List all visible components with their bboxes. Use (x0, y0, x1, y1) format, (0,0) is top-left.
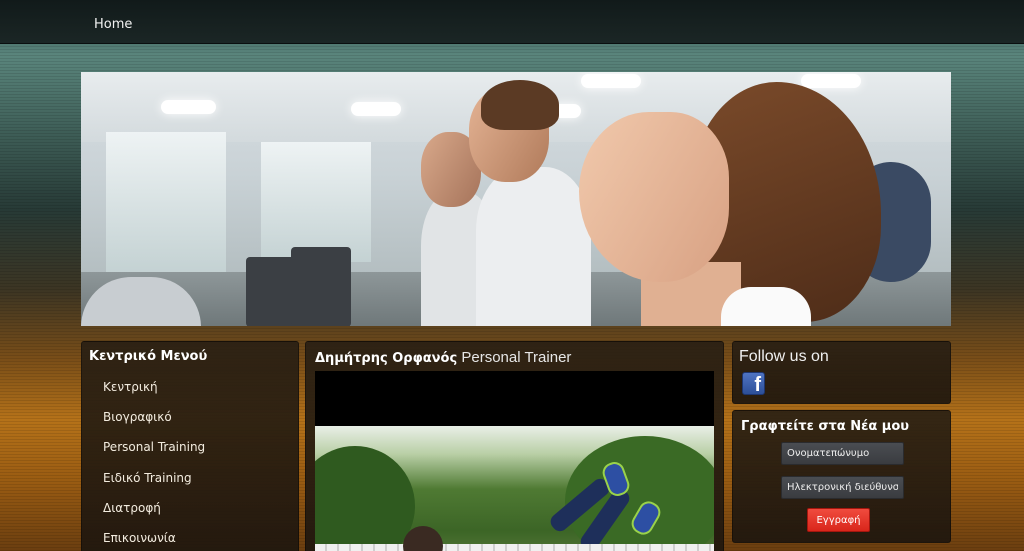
banner-ceiling-light (351, 102, 401, 116)
menu-item-home[interactable]: Κεντρική (103, 380, 158, 394)
menu-item-nutrition[interactable]: Διατροφή (103, 501, 161, 515)
banner-window (261, 142, 371, 262)
content-panel: Δημήτρης Ορφανός Personal Trainer (305, 341, 724, 551)
newsletter-title: Γραφτείτε στα Νέα μου (741, 419, 910, 434)
photo-bush (315, 446, 415, 551)
banner-woman-face (579, 112, 729, 282)
name-field[interactable] (781, 442, 904, 465)
facebook-icon[interactable]: f (742, 372, 765, 395)
video-player[interactable] (315, 371, 714, 426)
top-navigation-bar: Home (0, 0, 1024, 44)
trainer-role: Personal Trainer (457, 349, 572, 366)
page-title: Δημήτρης Ορφανός Personal Trainer (315, 349, 571, 366)
subscribe-button[interactable]: Εγγραφή (807, 508, 870, 532)
photo-fence (315, 544, 714, 551)
trainer-name: Δημήτρης Ορφανός (315, 351, 458, 366)
follow-panel: Follow us on f (732, 341, 951, 404)
email-field[interactable] (781, 476, 904, 499)
menu-item-biography[interactable]: Βιογραφικό (103, 410, 172, 424)
banner-ceiling-light (161, 100, 216, 114)
main-menu-panel: Κεντρικό Μενού Κεντρική Βιογραφικό Perso… (81, 341, 299, 551)
nav-home-link[interactable]: Home (94, 17, 132, 32)
training-photo (315, 426, 714, 551)
banner-person (476, 167, 591, 326)
banner-ceiling-light (581, 74, 641, 88)
newsletter-panel: Γραφτείτε στα Νέα μου Εγγραφή (732, 410, 951, 543)
main-menu-title: Κεντρικό Μενού (89, 349, 208, 364)
banner-window (106, 132, 226, 272)
follow-title: Follow us on (739, 348, 829, 365)
menu-item-special-training[interactable]: Ειδικό Training (103, 471, 192, 485)
menu-item-personal-training[interactable]: Personal Training (103, 440, 205, 454)
menu-item-contact[interactable]: Επικοινωνία (103, 531, 176, 545)
facebook-glyph: f (754, 374, 761, 395)
hero-banner-image (81, 72, 951, 326)
banner-treadmill (291, 247, 351, 326)
banner-woman-top (721, 287, 811, 326)
banner-ceiling-light (801, 74, 861, 88)
banner-person (481, 80, 559, 130)
